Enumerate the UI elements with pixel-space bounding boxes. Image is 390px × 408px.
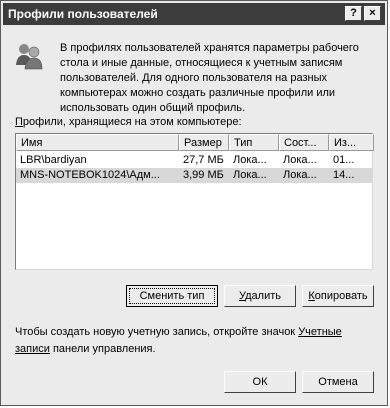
cell-size: 27,7 МБ — [183, 154, 224, 166]
column-header-modified[interactable]: Из... — [329, 134, 374, 151]
delete-button[interactable]: Удалить — [224, 285, 296, 307]
note-text: Чтобы создать новую учетную запись, откр… — [15, 324, 375, 358]
column-header-name[interactable]: Имя — [16, 134, 179, 151]
copy-button[interactable]: Копировать — [302, 285, 374, 307]
table-header: Имя Размер Тип Сост... Из... — [16, 134, 374, 151]
title-bar: Профили пользователей ? × — [3, 3, 385, 25]
delete-button-label: далить — [245, 290, 281, 302]
note-text-start: Чтобы создать новую учетную запись, откр… — [15, 326, 299, 338]
table-row[interactable]: MNS-NOTEBOK1024\Адм... 3,99 МБ Лока... Л… — [16, 168, 372, 183]
cell-name: LBR\bardiyan — [20, 154, 87, 166]
column-header-status[interactable]: Сост... — [279, 134, 329, 151]
description-text: В профилях пользователей хранятся параме… — [60, 42, 359, 114]
cell-status: Лока... — [283, 169, 317, 181]
table-row[interactable]: LBR\bardiyan 27,7 МБ Лока... Лока... 01.… — [16, 153, 372, 168]
copy-button-label: опировать — [314, 290, 368, 302]
cell-name: MNS-NOTEBOK1024\Адм... — [20, 169, 160, 181]
cell-size: 3,99 МБ — [183, 169, 224, 181]
ok-button[interactable]: ОК — [224, 371, 296, 393]
users-icon — [16, 44, 43, 70]
note-text-end: панели управления. — [49, 343, 156, 355]
column-header-size[interactable]: Размер — [179, 134, 229, 151]
cell-type: Лока... — [233, 154, 267, 166]
help-button[interactable]: ? — [345, 6, 362, 21]
column-header-type[interactable]: Тип — [229, 134, 279, 151]
close-button[interactable]: × — [364, 6, 381, 21]
cell-modified: 01... — [333, 154, 355, 166]
cell-type: Лока... — [233, 169, 267, 181]
cell-status: Лока... — [283, 154, 317, 166]
window-title: Профили пользователей — [8, 7, 158, 21]
cancel-button[interactable]: Отмена — [302, 371, 374, 393]
change-type-button[interactable]: Сменить тип — [126, 285, 218, 307]
cell-modified: 14... — [333, 169, 355, 181]
user-profiles-dialog: Профили пользователей ? × В профилях пол… — [0, 0, 388, 406]
profiles-list-label-text: рофили, хранящиеся на этом компьютере: — [22, 116, 242, 128]
profiles-table[interactable]: Имя Размер Тип Сост... Из... LBR\bardiya… — [15, 133, 374, 270]
profiles-list-label-accel: П — [15, 116, 23, 128]
profiles-list-label: Профили, хранящиеся на этом компьютере: — [15, 116, 242, 128]
